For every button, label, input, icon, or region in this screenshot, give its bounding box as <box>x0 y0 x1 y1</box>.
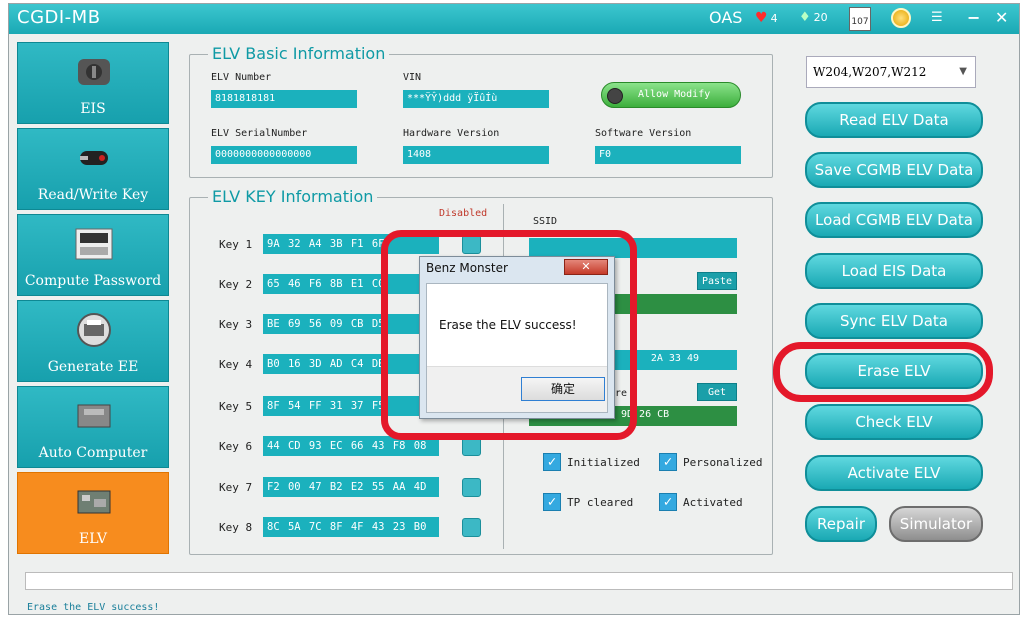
sidebar-item-auto-computer[interactable]: Auto Computer <box>17 386 169 468</box>
check-icon: ✓ <box>543 493 561 511</box>
load-cgmb-elv-data-button[interactable]: Load CGMB ELV Data <box>805 202 983 238</box>
model-select-value: W204,W207,W212 <box>813 65 927 79</box>
sidebar-item-label: ELV <box>79 531 107 547</box>
tp-cleared-label: TP cleared <box>567 495 634 509</box>
medal-icon[interactable] <box>891 8 911 28</box>
circuit-board-icon <box>77 490 111 514</box>
calendar-icon[interactable]: 107 <box>849 7 871 31</box>
ecu-icon <box>77 404 111 428</box>
oas-label: OAS <box>709 8 743 27</box>
hearts-counter: ♥ 4 <box>755 10 778 26</box>
keypad-icon <box>75 228 113 260</box>
allow-modify-label: Allow Modify <box>638 89 711 100</box>
check-icon: ✓ <box>543 453 561 471</box>
ignition-icon <box>78 59 110 85</box>
tp-cleared-checkbox[interactable]: ✓ TP cleared <box>543 493 633 511</box>
app-title: CGDI-MB <box>17 7 101 28</box>
allow-modify-toggle[interactable]: Allow Modify <box>601 82 741 108</box>
key-disable-checkbox[interactable] <box>462 478 481 497</box>
sidebar-item-elv[interactable]: ELV <box>17 472 169 554</box>
elv-number-label: ELV Number <box>211 72 272 83</box>
key-label: Key 2 <box>219 278 253 291</box>
key-label: Key 1 <box>219 238 253 251</box>
check-icon: ✓ <box>659 493 677 511</box>
personalized-checkbox[interactable]: ✓ Personalized <box>659 453 762 471</box>
sidebar-item-compute-password[interactable]: Compute Password <box>17 214 169 296</box>
sidebar-item-label: Generate EE <box>47 359 139 375</box>
key-disable-checkbox[interactable] <box>462 518 481 537</box>
vin-field[interactable]: ***ŸŶ)ddd ÿÏûÍù <box>403 90 549 108</box>
serial-number-label: ELV SerialNumber <box>211 128 308 139</box>
sidebar-item-label: Read/Write Key <box>37 187 149 203</box>
heart-icon: ♥ <box>755 10 768 26</box>
activated-label: Activated <box>683 495 743 509</box>
repair-button[interactable]: Repair <box>805 506 877 542</box>
initialized-checkbox[interactable]: ✓ Initialized <box>543 453 640 471</box>
gems-count: 20 <box>813 11 828 24</box>
serial-number-field[interactable]: 0000000000000000 <box>211 146 357 164</box>
initialized-label: Initialized <box>567 455 640 469</box>
highlight-erase-elv <box>773 342 993 402</box>
check-elv-button[interactable]: Check ELV <box>805 404 983 440</box>
activate-elv-button[interactable]: Activate ELV <box>805 455 983 491</box>
key-label: Key 4 <box>219 358 253 371</box>
hardware-version-label: Hardware Version <box>403 128 500 139</box>
vin-label: VIN <box>403 72 422 83</box>
sidebar-item-label: Auto Computer <box>38 445 148 461</box>
key-label: Key 5 <box>219 400 253 413</box>
disabled-label: Disabled <box>439 208 488 219</box>
software-version-field[interactable]: F0 <box>595 146 741 164</box>
minimize-button[interactable]: − <box>967 8 980 27</box>
hardware-version-field[interactable]: 1408 <box>403 146 549 164</box>
toggle-knob <box>607 88 623 104</box>
key-label: Key 3 <box>219 318 253 331</box>
car-key-icon <box>80 151 108 165</box>
personalized-label: Personalized <box>683 455 763 469</box>
save-cgmb-elv-data-button[interactable]: Save CGMB ELV Data <box>805 152 983 188</box>
group-title: ELV KEY Information <box>208 187 378 206</box>
highlight-dialog <box>381 230 637 440</box>
sidebar-item-label: EIS <box>80 101 106 117</box>
simulator-button[interactable]: Simulator <box>889 506 983 542</box>
read-elv-data-button[interactable]: Read ELV Data <box>805 102 983 138</box>
sidebar-item-label: Compute Password <box>24 273 162 289</box>
menu-icon[interactable]: ☰ <box>931 10 943 25</box>
load-eis-data-button[interactable]: Load EIS Data <box>805 253 983 289</box>
app-window: CGDI-MB OAS ♥ 4 ♦ 20 107 ☰ − ✕ EIS Read/Wr… <box>8 3 1020 615</box>
key-label: Key 8 <box>219 521 253 534</box>
sidebar-item-read-write-key[interactable]: Read/Write Key <box>17 128 169 210</box>
status-text: Erase the ELV success! <box>27 602 160 613</box>
elv-number-field[interactable]: 8181818181 <box>211 90 357 108</box>
sidebar-item-generate-ee[interactable]: Generate EE <box>17 300 169 382</box>
paste-button[interactable]: Paste <box>697 272 737 290</box>
chevron-down-icon: ▼ <box>959 66 967 77</box>
close-button[interactable]: ✕ <box>995 8 1008 27</box>
activated-checkbox[interactable]: ✓ Activated <box>659 493 743 511</box>
sync-elv-data-button[interactable]: Sync ELV Data <box>805 303 983 339</box>
printer-icon <box>77 313 111 347</box>
key-value[interactable]: 8C 5A 7C 8F 4F 43 23 B0 <box>263 517 439 537</box>
title-bar: CGDI-MB OAS ♥ 4 ♦ 20 107 ☰ − ✕ <box>9 4 1019 34</box>
gems-counter: ♦ 20 <box>799 10 828 25</box>
progress-bar <box>25 572 1013 590</box>
sidebar-item-eis[interactable]: EIS <box>17 42 169 124</box>
hearts-count: 4 <box>770 11 778 25</box>
check-icon: ✓ <box>659 453 677 471</box>
software-version-label: Software Version <box>595 128 692 139</box>
model-select[interactable]: W204,W207,W212 ▼ <box>806 56 976 88</box>
group-title: ELV Basic Information <box>208 44 390 63</box>
key-value[interactable]: F2 00 47 B2 E2 55 AA 4D <box>263 477 439 497</box>
key-label: Key 6 <box>219 440 253 453</box>
key-label: Key 7 <box>219 481 253 494</box>
gem-icon: ♦ <box>799 10 811 25</box>
ssid-label: SSID <box>533 216 558 227</box>
get-button[interactable]: Get <box>697 383 737 401</box>
